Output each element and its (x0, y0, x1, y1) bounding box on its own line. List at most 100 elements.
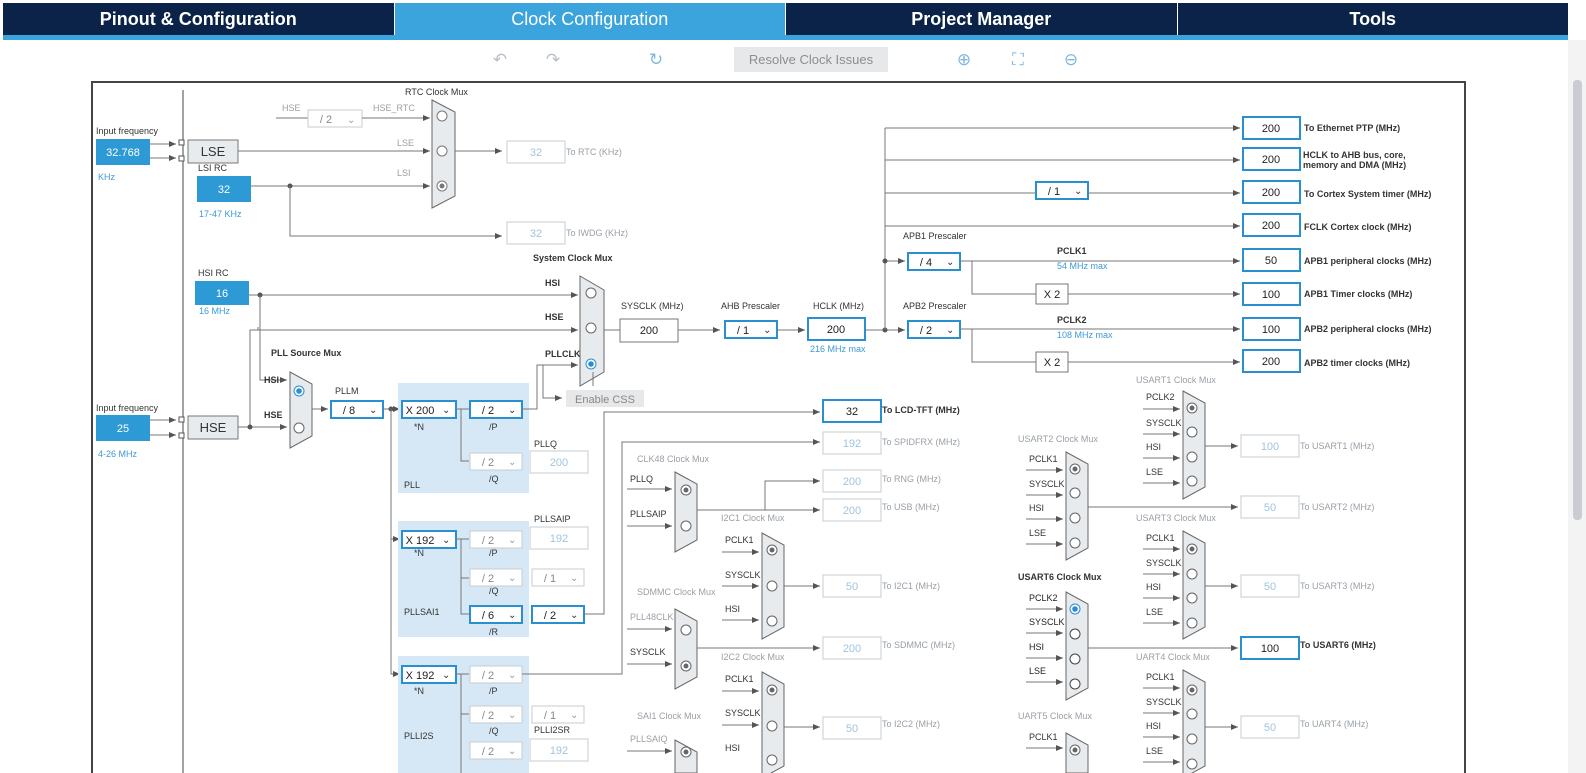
chevron-down-icon: ⌄ (347, 115, 355, 126)
rtc-hse-label: HSE (282, 103, 301, 113)
i2c2-mux-title: I2C2 Clock Mux (721, 652, 785, 662)
sdmmc-mux[interactable] (674, 608, 698, 690)
sysclk-label: SYSCLK (MHz) (621, 301, 684, 311)
clk48-mux[interactable] (674, 471, 698, 553)
i2c2-value: 50 (846, 723, 858, 735)
plli2s-p-value: / 2 (482, 670, 494, 682)
usart1-option-sysclk[interactable] (1186, 426, 1198, 438)
output-label: APB1 peripheral clocks (MHz) (1304, 256, 1432, 266)
iwdg-output-label: To IWDG (KHz) (566, 228, 628, 238)
rng-label: To RNG (MHz) (882, 474, 941, 484)
usart2-pclk1-label: PCLK1 (1029, 454, 1058, 464)
usart3-option-hsi[interactable] (1186, 592, 1198, 604)
usart6-label: To USART6 (MHz) (1300, 640, 1376, 650)
chevron-down-icon: ⌄ (442, 405, 450, 416)
sysmux-pllclk-label: PLLCLK (545, 349, 581, 359)
pllsai-p-value: / 2 (482, 535, 494, 547)
output-value: 50 (1265, 255, 1277, 267)
output-value: 100 (1262, 289, 1280, 301)
pll-src-option-hse[interactable] (293, 422, 305, 434)
plli2s-n-suffix: *N (414, 686, 424, 696)
usart6-lse-label: LSE (1029, 666, 1046, 676)
plli2s-q-suffix: /Q (489, 726, 499, 736)
lsi-range: 17-47 KHz (199, 209, 242, 219)
sdmmc-option-pll48clk[interactable] (680, 624, 692, 636)
usart6-option-lse[interactable] (1069, 678, 1081, 690)
usart3-option-sysclk[interactable] (1186, 568, 1198, 580)
uart4-option-sysclk[interactable] (1186, 708, 1198, 720)
output-value: 200 (1262, 154, 1280, 166)
usart1-option-lse[interactable] (1186, 475, 1198, 487)
plli2s-n-value: X 192 (406, 670, 435, 682)
i2c2-option-hsi[interactable] (766, 754, 778, 766)
pll-q-value: / 2 (482, 457, 494, 469)
hsi-label: HSI RC (198, 268, 229, 278)
i2c1-label: To I2C1 (MHz) (882, 581, 940, 591)
uart4-sysclk-label: SYSCLK (1146, 697, 1182, 707)
output-label: APB1 Timer clocks (MHz) (1304, 289, 1412, 299)
usart2-option-sysclk[interactable] (1069, 487, 1081, 499)
usart2-option-lse[interactable] (1069, 537, 1081, 549)
sysmux-option-hsi[interactable] (585, 287, 597, 299)
usart6-mux-title: USART6 Clock Mux (1018, 572, 1102, 582)
usart6-option-sysclk[interactable] (1069, 628, 1081, 640)
spdif-label: To SPIDFRX (MHz) (882, 437, 960, 447)
uart4-option-hsi[interactable] (1186, 733, 1198, 745)
hse-freq-value: 25 (117, 423, 129, 435)
plli2s-q-divider-value: / 1 (544, 710, 556, 722)
pll-n-value: X 200 (406, 405, 435, 417)
pllsai-p-suffix: /P (489, 548, 498, 558)
usart6-pclk2-label: PCLK2 (1029, 593, 1058, 603)
pllsai-n-value: X 192 (406, 535, 435, 547)
usart2-lse-label: LSE (1029, 528, 1046, 538)
rtc-hse-rtc-label: HSE_RTC (373, 103, 415, 113)
output-value: 100 (1262, 324, 1280, 336)
pllm-label: PLLM (335, 386, 359, 396)
usart6-hsi-label: HSI (1029, 642, 1044, 652)
pll-source-mux[interactable] (289, 371, 313, 449)
usart3-label: To USART3 (MHz) (1300, 581, 1374, 591)
pllsai-r-suffix: /R (489, 627, 499, 637)
sysclk-value: 200 (640, 325, 658, 337)
uart4-lse-label: LSE (1146, 746, 1163, 756)
usart2-label: To USART2 (MHz) (1300, 502, 1374, 512)
usart1-option-hsi[interactable] (1186, 451, 1198, 463)
sysmux-option-hse[interactable] (585, 322, 597, 334)
cortex-timer-divider-value: / 1 (1048, 186, 1060, 198)
uart5-mux-title: UART5 Clock Mux (1018, 711, 1092, 721)
rtc-mux-option-hse[interactable] (436, 110, 448, 122)
i2c2-pclk1-label: PCLK1 (725, 674, 754, 684)
lcd-tft-value: 32 (846, 406, 858, 418)
clk48-pllsaip-label: PLLSAIP (630, 509, 667, 519)
output-cortex-timer: 200 To Cortex System timer (MHz) (1242, 180, 1431, 204)
chevron-down-icon: ⌄ (508, 405, 516, 416)
usb-value: 200 (843, 505, 861, 517)
pllsai-name: PLLSAI1 (404, 607, 440, 617)
uart4-option-lse[interactable] (1186, 758, 1198, 770)
rtc-hse-divider-value: / 2 (320, 114, 332, 126)
usart1-label: To USART1 (MHz) (1300, 441, 1374, 451)
i2c1-option-hsi[interactable] (766, 615, 778, 627)
rtc-output-value: 32 (530, 147, 542, 159)
output-value: 200 (1262, 220, 1280, 232)
usart6-option-hsi[interactable] (1069, 653, 1081, 665)
ahb-prescaler-label: AHB Prescaler (721, 301, 780, 311)
pllq-label: PLLQ (534, 439, 557, 449)
output-apb1-peripheral: 50 APB1 peripheral clocks (MHz) (1242, 248, 1432, 272)
pllsai-q-suffix: /Q (489, 586, 499, 596)
clk48-option-pllsaip[interactable] (680, 520, 692, 532)
hclk-label: HCLK (MHz) (813, 301, 864, 311)
output-label: HCLK to AHB bus, core, memory and DMA (M… (1303, 150, 1407, 170)
usart2-option-hsi[interactable] (1069, 512, 1081, 524)
rtc-mux-option-lse[interactable] (436, 145, 448, 157)
usart1-pclk2-label: PCLK2 (1146, 392, 1175, 402)
output-label: To Cortex System timer (MHz) (1304, 189, 1431, 199)
pll-n-suffix: *N (414, 422, 424, 432)
i2c1-value: 50 (846, 581, 858, 593)
pll-source-mux-title: PLL Source Mux (271, 348, 341, 358)
i2c2-option-sysclk[interactable] (766, 720, 778, 732)
usart3-option-lse[interactable] (1186, 617, 1198, 629)
i2c1-option-sysclk[interactable] (766, 580, 778, 592)
i2c1-pclk1-label: PCLK1 (725, 535, 754, 545)
pll-main-block (398, 383, 529, 493)
